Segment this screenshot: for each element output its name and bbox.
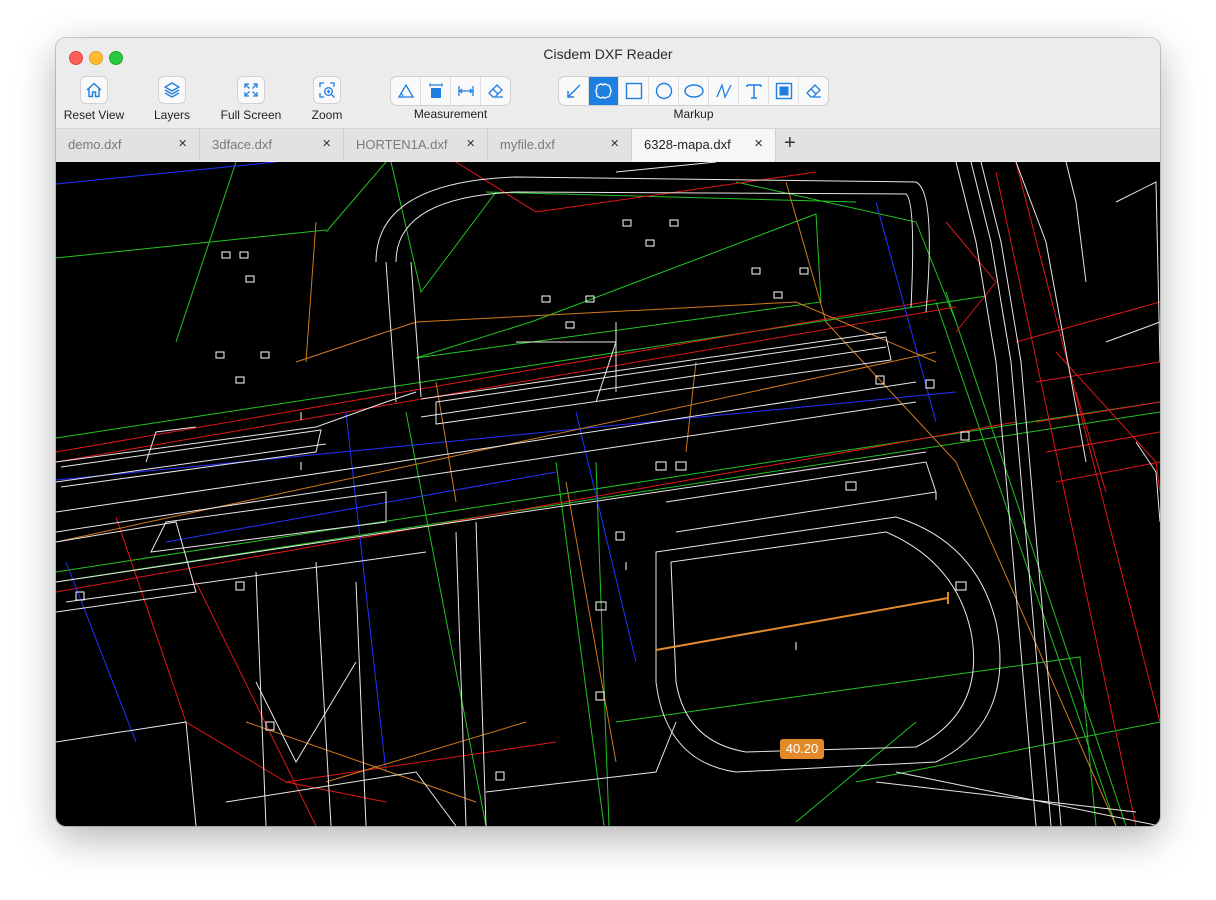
- full-screen-button[interactable]: Full Screen: [213, 76, 289, 122]
- tab-close-icon[interactable]: ×: [466, 135, 475, 152]
- measurement-toolbar: [390, 76, 511, 106]
- rectangle-icon: [625, 82, 642, 100]
- rectangle-markup-button[interactable]: [619, 77, 649, 105]
- tab-label: demo.dxf: [68, 137, 122, 152]
- markup-toolbar: [558, 76, 829, 106]
- cloud-markup-button[interactable]: [589, 77, 619, 105]
- arrow-icon: [566, 84, 580, 98]
- orange-layer: [56, 181, 1117, 826]
- filled-rect-icon: [775, 82, 792, 100]
- cad-drawing: [56, 162, 1160, 826]
- distance-measure-icon: [457, 86, 474, 96]
- tab-3dface[interactable]: 3dface.dxf ×: [200, 129, 344, 160]
- layers-button[interactable]: Layers: [134, 76, 210, 122]
- text-markup-button[interactable]: [739, 77, 769, 105]
- new-tab-button[interactable]: +: [784, 132, 796, 155]
- eraser-icon: [487, 84, 503, 98]
- home-icon: [80, 76, 108, 104]
- eraser-icon: [805, 84, 821, 98]
- reset-view-label: Reset View: [63, 108, 125, 122]
- tab-close-icon[interactable]: ×: [610, 135, 619, 152]
- drawing-canvas[interactable]: 40.20: [56, 162, 1160, 826]
- ellipse-markup-button[interactable]: [679, 77, 709, 105]
- circle-icon: [655, 82, 672, 100]
- tab-label: HORTEN1A.dxf: [356, 137, 448, 152]
- freehand-markup-button[interactable]: [709, 77, 739, 105]
- measure-eraser-button[interactable]: [481, 77, 510, 105]
- freehand-icon: [715, 82, 732, 99]
- angle-measure-button[interactable]: [391, 77, 421, 105]
- zoom-icon: [313, 76, 341, 104]
- markup-eraser-button[interactable]: [799, 77, 828, 105]
- area-measure-button[interactable]: [421, 77, 451, 105]
- area-measure-icon: [428, 83, 443, 98]
- distance-measure-button[interactable]: [451, 77, 481, 105]
- tab-6328-mapa[interactable]: 6328-mapa.dxf ×: [632, 129, 776, 162]
- text-icon: [745, 84, 762, 99]
- circle-markup-button[interactable]: [649, 77, 679, 105]
- window-title: Cisdem DXF Reader: [543, 46, 673, 62]
- cloud-select-icon: [594, 83, 612, 99]
- tab-demo[interactable]: demo.dxf ×: [56, 129, 200, 160]
- tab-label: myfile.dxf: [500, 137, 555, 152]
- tab-myfile[interactable]: myfile.dxf ×: [488, 129, 632, 160]
- measurement-label: Measurement: [413, 107, 488, 121]
- app-window: Cisdem DXF Reader Reset View Layers Full…: [56, 38, 1160, 826]
- zoom-button[interactable]: Zoom: [289, 76, 365, 122]
- tab-label: 3dface.dxf: [212, 137, 272, 152]
- tab-label: 6328-mapa.dxf: [644, 137, 731, 152]
- tab-horten1a[interactable]: HORTEN1A.dxf ×: [344, 129, 488, 160]
- filled-rect-markup-button[interactable]: [769, 77, 799, 105]
- ellipse-icon: [683, 84, 704, 98]
- tab-close-icon[interactable]: ×: [178, 135, 187, 152]
- reset-view-button[interactable]: Reset View: [56, 76, 132, 122]
- markup-label: Markup: [673, 107, 714, 121]
- tab-bar: demo.dxf × 3dface.dxf × HORTEN1A.dxf × m…: [56, 128, 1160, 162]
- angle-measure-icon: [397, 83, 414, 98]
- title-bar: Cisdem DXF Reader Reset View Layers Full…: [56, 38, 1160, 128]
- measurement-annotation[interactable]: [655, 592, 949, 651]
- measurement-value-badge[interactable]: 40.20: [780, 739, 824, 759]
- expand-icon: [237, 76, 265, 104]
- blue-layer: [56, 162, 957, 773]
- tab-close-icon[interactable]: ×: [322, 135, 331, 152]
- layers-label: Layers: [153, 108, 191, 122]
- full-screen-label: Full Screen: [220, 108, 282, 122]
- tab-close-icon[interactable]: ×: [754, 135, 763, 152]
- layers-icon: [158, 76, 186, 104]
- zoom-label: Zoom: [311, 108, 343, 122]
- arrow-markup-button[interactable]: [559, 77, 589, 105]
